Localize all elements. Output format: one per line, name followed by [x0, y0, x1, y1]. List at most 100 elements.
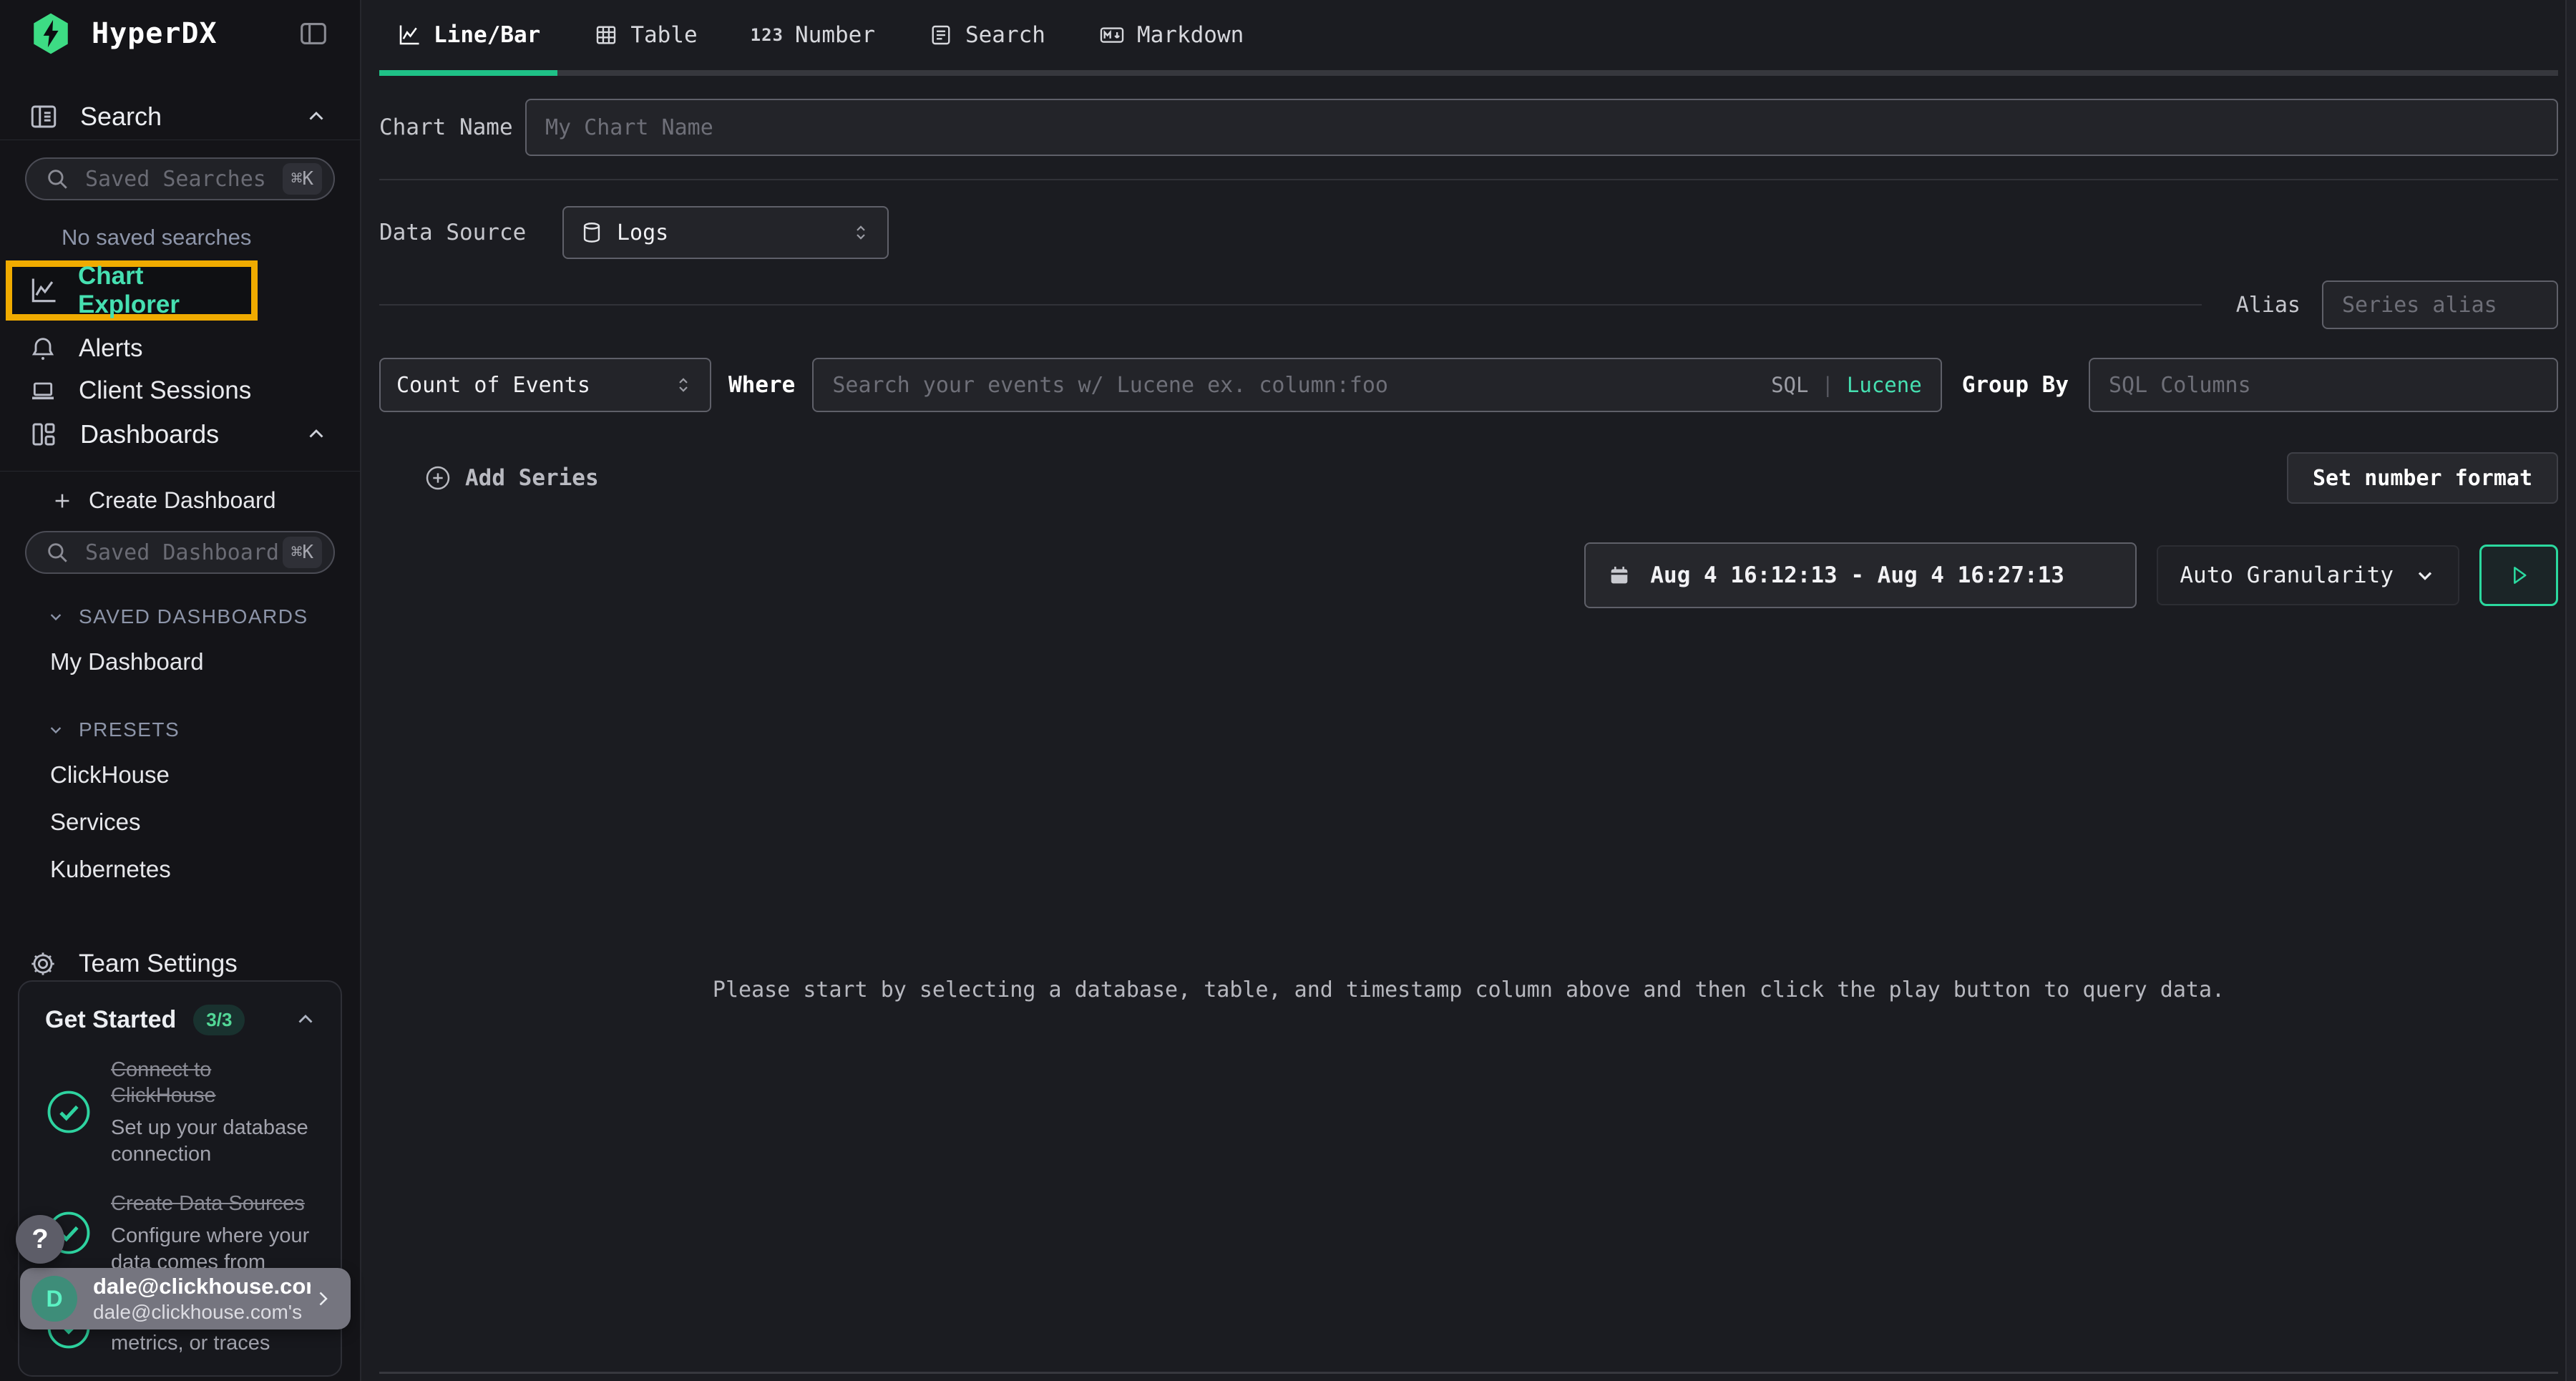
sidebar-item-kubernetes[interactable]: Kubernetes	[50, 856, 360, 883]
question-mark-icon: ?	[31, 1224, 48, 1255]
data-source-select[interactable]: Logs	[562, 206, 889, 259]
run-query-play-button[interactable]	[2479, 545, 2558, 606]
set-number-format-button[interactable]: Set number format	[2287, 452, 2558, 504]
dashboards-icon	[29, 419, 59, 449]
chevron-up-icon[interactable]	[293, 1007, 318, 1032]
where-label: Where	[728, 372, 795, 398]
line-chart-icon	[396, 22, 422, 48]
sidebar-item-clickhouse[interactable]: ClickHouse	[50, 761, 360, 789]
create-dashboard-button[interactable]: Create Dashboard	[52, 487, 360, 514]
data-source-row: Data Source Logs	[379, 206, 2558, 259]
saved-dashboards-search[interactable]: ⌘K	[25, 531, 335, 573]
client-sessions-label: Client Sessions	[79, 376, 251, 405]
team-settings-label: Team Settings	[79, 950, 238, 978]
tab-search[interactable]: Search	[911, 0, 1063, 70]
group-by-input[interactable]	[2090, 359, 2557, 411]
collapse-sidebar-icon	[297, 17, 330, 50]
sidebar-item-team-settings[interactable]: Team Settings	[0, 947, 360, 980]
get-started-item[interactable]: Connect to ClickHouse Set up your databa…	[45, 1057, 318, 1168]
search-icon	[45, 540, 69, 565]
scrollbar[interactable]	[2565, 0, 2576, 1381]
user-team: dale@clickhouse.com's	[93, 1301, 311, 1324]
data-source-value: Logs	[617, 220, 668, 245]
presets-header-label: PRESETS	[79, 718, 180, 741]
search-doc-icon	[928, 22, 954, 48]
plus-icon	[52, 490, 73, 512]
alias-field	[2322, 280, 2558, 329]
sidebar-item-client-sessions[interactable]: Client Sessions	[0, 374, 360, 407]
line-chart-icon	[28, 275, 59, 306]
sidebar-item-my-dashboard[interactable]: My Dashboard	[50, 648, 360, 675]
saved-searches-search[interactable]: ⌘K	[25, 157, 335, 200]
hyperdx-logo-icon	[29, 11, 73, 56]
tab-table[interactable]: Table	[576, 0, 714, 70]
chevron-right-icon	[311, 1287, 335, 1311]
chevron-down-icon	[2414, 564, 2436, 587]
presets-group-header[interactable]: PRESETS	[46, 718, 360, 741]
sidebar-item-chart-explorer[interactable]: Chart Explorer	[6, 260, 258, 321]
where-search-input[interactable]	[814, 359, 1771, 411]
database-icon	[580, 220, 604, 245]
saved-dashboards-header-label: SAVED DASHBOARDS	[79, 605, 308, 628]
saved-dashboards-input[interactable]	[84, 540, 283, 566]
chevron-down-icon	[46, 607, 66, 627]
get-started-header[interactable]: Get Started 3/3	[45, 1005, 318, 1035]
tab-markdown[interactable]: Markdown	[1081, 0, 1261, 70]
time-range-value: Aug 4 16:12:13 - Aug 4 16:27:13	[1650, 562, 2064, 588]
gear-icon	[29, 950, 57, 978]
alias-input[interactable]	[2323, 282, 2557, 328]
group-by-field	[2089, 358, 2558, 412]
sidebar-item-alerts[interactable]: Alerts	[0, 332, 360, 365]
data-source-label: Data Source	[379, 220, 562, 245]
updown-chevron-icon	[850, 222, 872, 243]
updown-chevron-icon	[673, 374, 694, 396]
play-icon	[2507, 563, 2531, 587]
granularity-select[interactable]: Auto Granularity	[2157, 545, 2459, 605]
add-series-button[interactable]: Add Series	[419, 463, 603, 493]
no-saved-searches-text: No saved searches	[62, 225, 360, 250]
calendar-icon	[1607, 563, 1631, 587]
saved-searches-input[interactable]	[84, 166, 283, 192]
sidebar-item-services[interactable]: Services	[50, 809, 360, 836]
chart-name-row: Chart Name	[379, 99, 2558, 156]
chart-name-field	[525, 99, 2558, 156]
group-by-label: Group By	[1962, 372, 2069, 398]
plus-circle-icon	[424, 464, 452, 492]
collapse-sidebar-button[interactable]	[297, 17, 330, 50]
markdown-icon	[1098, 21, 1126, 49]
get-started-title: Get Started	[45, 1006, 176, 1034]
sidebar-section-dashboards[interactable]: Dashboards	[0, 416, 360, 452]
command-k-shortcut: ⌘K	[283, 537, 322, 568]
command-k-shortcut: ⌘K	[283, 163, 322, 195]
chart-name-input[interactable]	[527, 100, 2557, 155]
empty-state-message: Please start by selecting a database, ta…	[713, 977, 2225, 1002]
series-actions-row: Add Series Set number format	[379, 452, 2558, 504]
get-started-item[interactable]: Create Data Sources Configure where your…	[45, 1191, 318, 1275]
sql-toggle-option[interactable]: SQL	[1771, 373, 1808, 397]
where-field: SQL | Lucene	[812, 358, 1941, 412]
get-started-item-title: Create Data Sources	[111, 1191, 318, 1217]
query-language-toggle[interactable]: SQL | Lucene	[1771, 373, 1922, 397]
saved-dashboards-group-header[interactable]: SAVED DASHBOARDS	[46, 605, 360, 628]
alias-row: Alias	[379, 280, 2558, 329]
app-title: HyperDX	[92, 17, 218, 50]
logo-row[interactable]: HyperDX	[0, 0, 360, 67]
create-dashboard-label: Create Dashboard	[89, 487, 275, 514]
search-section-icon	[29, 102, 59, 132]
tab-number[interactable]: 123 Number	[733, 0, 892, 70]
lucene-toggle-option[interactable]: Lucene	[1847, 373, 1922, 397]
divider	[379, 1372, 2558, 1374]
sidebar-section-search[interactable]: Search	[0, 98, 360, 135]
search-icon	[45, 167, 69, 191]
check-circle-icon	[45, 1088, 92, 1136]
user-account-chip[interactable]: D dale@clickhouse.com dale@clickhouse.co…	[20, 1268, 351, 1329]
series-row: Count of Events Where SQL | Lucene Group…	[379, 358, 2558, 412]
alerts-label: Alerts	[79, 334, 142, 363]
aggregation-value: Count of Events	[396, 373, 590, 398]
alias-label: Alias	[2236, 293, 2301, 318]
chart-name-label: Chart Name	[379, 114, 525, 140]
time-range-picker[interactable]: Aug 4 16:12:13 - Aug 4 16:27:13	[1584, 542, 2137, 608]
tab-line-bar[interactable]: Line/Bar	[379, 0, 557, 70]
aggregation-select[interactable]: Count of Events	[379, 358, 711, 412]
help-button[interactable]: ?	[16, 1215, 64, 1264]
